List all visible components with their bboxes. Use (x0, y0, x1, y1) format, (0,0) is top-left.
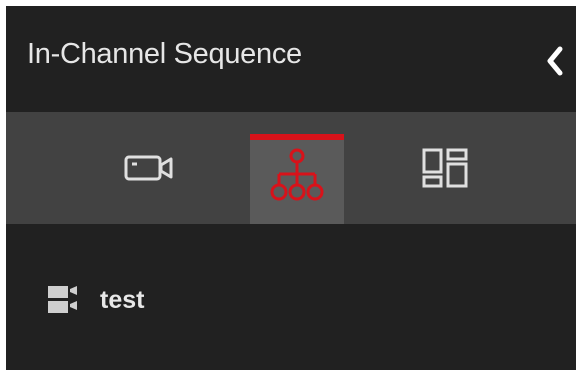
tab-layout[interactable] (398, 112, 492, 224)
camera-group-icon (46, 283, 80, 317)
list-item[interactable]: test (46, 282, 144, 318)
tab-hierarchy[interactable] (250, 134, 344, 224)
collapse-button[interactable] (542, 44, 568, 78)
tab-camera[interactable] (102, 112, 196, 224)
layout-grid-icon (422, 148, 468, 188)
chevron-left-icon (547, 46, 563, 76)
list-item-label: test (100, 285, 145, 314)
sequence-list: test (6, 224, 576, 370)
camera-icon (124, 155, 173, 181)
view-tabbar (6, 112, 576, 224)
in-channel-sequence-panel: In-Channel Sequence test (6, 6, 576, 370)
panel-header: In-Channel Sequence (6, 6, 576, 112)
panel-title: In-Channel Sequence (27, 38, 302, 70)
sitemap-icon (270, 148, 324, 201)
